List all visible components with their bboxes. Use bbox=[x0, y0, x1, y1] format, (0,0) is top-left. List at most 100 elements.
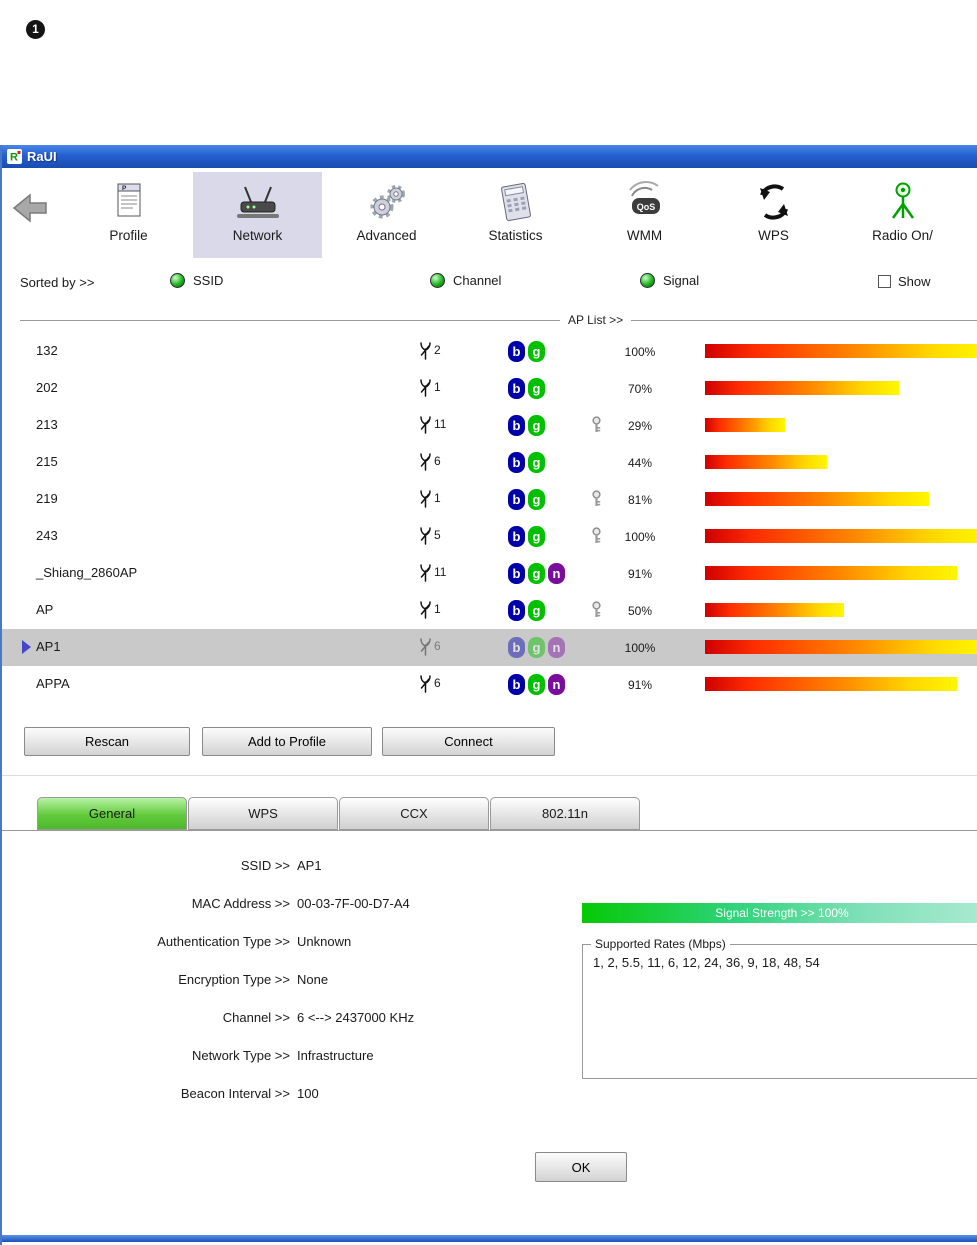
show-checkbox[interactable]: Show bbox=[878, 274, 931, 289]
sort-options: SSID Channel Signal bbox=[2, 268, 977, 298]
mode-badges: bg bbox=[508, 452, 545, 473]
ap-list: 132 2 b g 100% 202 1 b g 70% 213 11 b g 29% 215 6 b g 44% 21… bbox=[2, 333, 977, 703]
channel-number: 11 bbox=[434, 565, 447, 579]
ap-row-219[interactable]: 219 1 b g 81% bbox=[2, 481, 977, 518]
signal-bar-fill bbox=[705, 677, 958, 691]
svg-text:QoS: QoS bbox=[636, 202, 655, 212]
toolbar-advanced-button[interactable]: Advanced bbox=[322, 172, 451, 258]
detail-value: None bbox=[297, 972, 329, 987]
detail-value: Unknown bbox=[297, 934, 352, 949]
ap-row-202[interactable]: 202 1 b g 70% bbox=[2, 370, 977, 407]
mode-n-badge: n bbox=[548, 637, 565, 658]
sort-channel-button[interactable]: Channel bbox=[430, 273, 501, 288]
signal-bar bbox=[705, 492, 977, 506]
rescan-button[interactable]: Rescan bbox=[24, 727, 190, 756]
ssid-label: AP1 bbox=[36, 639, 61, 654]
mode-b-badge: b bbox=[508, 489, 525, 510]
ap-row-ap[interactable]: AP 1 b g 50% bbox=[2, 592, 977, 629]
toolbar-statistics-label: Statistics bbox=[488, 228, 543, 243]
ssid-label: 243 bbox=[36, 528, 58, 543]
tab-ccx[interactable]: CCX bbox=[339, 797, 489, 830]
ap-row-shiang-2860ap[interactable]: _Shiang_2860AP 11 b g n 91% bbox=[2, 555, 977, 592]
channel-number: 1 bbox=[434, 380, 441, 394]
signal-bar bbox=[705, 566, 977, 580]
sort-ssid-label: SSID bbox=[193, 273, 224, 288]
tab-802-11n[interactable]: 802.11n bbox=[490, 797, 640, 830]
toolbar-radio-button[interactable]: Radio On/ bbox=[838, 172, 967, 258]
detail-label: Channel >> bbox=[222, 1010, 290, 1025]
channel-icon bbox=[418, 415, 433, 439]
channel-cell: 1 bbox=[418, 378, 441, 402]
mode-b-badge: b bbox=[508, 600, 525, 621]
detail-value: 00-03-7F-00-D7-A4 bbox=[297, 896, 410, 911]
signal-percent: 70% bbox=[627, 382, 653, 396]
raui-window: R RaUI P Profile Network Advanced Statistics… bbox=[0, 145, 977, 1245]
titlebar[interactable]: R RaUI bbox=[2, 145, 977, 168]
mode-b-badge: b bbox=[508, 563, 525, 584]
ap-list-header: AP List >> bbox=[20, 313, 977, 327]
signal-percent: 100% bbox=[624, 641, 656, 655]
mode-badges: bg bbox=[508, 489, 545, 510]
sort-signal-label: Signal bbox=[663, 273, 700, 288]
channel-number: 6 bbox=[434, 676, 441, 690]
mode-g-badge: g bbox=[528, 637, 545, 658]
key-icon bbox=[591, 490, 602, 513]
detail-label: Network Type >> bbox=[191, 1048, 290, 1063]
divider bbox=[20, 319, 560, 321]
back-button[interactable] bbox=[10, 192, 50, 229]
sort-signal-button[interactable]: Signal bbox=[640, 273, 699, 288]
detail-fields: SSID >> AP1 MAC Address >> 00-03-7F-00-D7-A… bbox=[2, 847, 567, 1113]
signal-bar-fill bbox=[705, 640, 977, 654]
tab-wps[interactable]: WPS bbox=[188, 797, 338, 830]
mode-g-badge: g bbox=[528, 378, 545, 399]
channel-cell: 11 bbox=[418, 563, 446, 587]
toolbar-wps-button[interactable]: WPS bbox=[709, 172, 838, 258]
channel-number: 1 bbox=[434, 602, 441, 616]
ssid-label: 219 bbox=[36, 491, 58, 506]
detail-line: MAC Address >> 00-03-7F-00-D7-A4 bbox=[2, 885, 567, 923]
tab-general[interactable]: General bbox=[37, 797, 187, 830]
show-checkbox-label: Show bbox=[898, 274, 931, 289]
toolbar-network-button[interactable]: Network bbox=[193, 172, 322, 258]
signal-bar-fill bbox=[705, 603, 844, 617]
green-led-icon bbox=[640, 273, 655, 288]
mode-g-badge: g bbox=[528, 415, 545, 436]
channel-number: 1 bbox=[434, 491, 441, 505]
channel-number: 2 bbox=[434, 343, 441, 357]
toolbar-profile-button[interactable]: P Profile bbox=[64, 172, 193, 258]
checkbox-icon[interactable] bbox=[878, 275, 891, 288]
connect-button[interactable]: Connect bbox=[382, 727, 555, 756]
sort-ssid-button[interactable]: SSID bbox=[170, 273, 223, 288]
signal-bar bbox=[705, 344, 977, 358]
toolbar-wps-label: WPS bbox=[758, 228, 789, 243]
toolbar-items: P Profile Network Advanced Statistics QoS WMM W… bbox=[64, 172, 967, 258]
signal-percent: 44% bbox=[627, 456, 653, 470]
signal-bar bbox=[705, 603, 977, 617]
signal-bar-fill bbox=[705, 529, 977, 543]
ap-row-213[interactable]: 213 11 b g 29% bbox=[2, 407, 977, 444]
window-bottom-border bbox=[2, 1235, 977, 1242]
signal-bar bbox=[705, 677, 977, 691]
signal-bar bbox=[705, 529, 977, 543]
signal-percent: 100% bbox=[624, 530, 656, 544]
mode-g-badge: g bbox=[528, 489, 545, 510]
toolbar: P Profile Network Advanced Statistics QoS WMM W… bbox=[2, 168, 977, 262]
signal-bar bbox=[705, 381, 977, 395]
channel-icon bbox=[418, 378, 433, 402]
channel-icon bbox=[418, 341, 433, 365]
ap-row-appa[interactable]: APPA 6 b g n 91% bbox=[2, 666, 977, 703]
channel-cell: 1 bbox=[418, 489, 441, 513]
toolbar-wmm-button[interactable]: QoS WMM bbox=[580, 172, 709, 258]
channel-number: 5 bbox=[434, 528, 441, 542]
channel-icon bbox=[418, 600, 433, 624]
ap-row-ap1[interactable]: AP1 6 b g n 100% bbox=[2, 629, 977, 666]
mode-badges: bg bbox=[508, 378, 545, 399]
toolbar-statistics-button[interactable]: Statistics bbox=[451, 172, 580, 258]
advanced-icon bbox=[322, 178, 451, 226]
add-to-profile-button[interactable]: Add to Profile bbox=[202, 727, 372, 756]
ap-row-132[interactable]: 132 2 b g 100% bbox=[2, 333, 977, 370]
ap-row-243[interactable]: 243 5 b g 100% bbox=[2, 518, 977, 555]
ok-button[interactable]: OK bbox=[535, 1152, 627, 1182]
ap-row-215[interactable]: 215 6 b g 44% bbox=[2, 444, 977, 481]
detail-line: Network Type >> Infrastructure bbox=[2, 1037, 567, 1075]
